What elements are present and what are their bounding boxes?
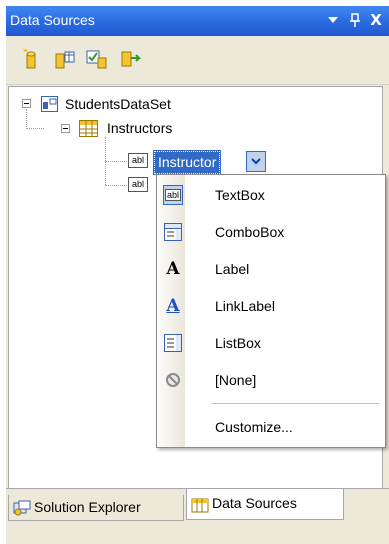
linklabel-icon: A <box>166 296 180 316</box>
textbox-icon: abl <box>163 185 183 205</box>
pin-icon <box>350 13 360 27</box>
none-icon <box>163 370 183 390</box>
configure-dataset-icon <box>86 50 107 69</box>
chevron-down-icon <box>251 158 261 165</box>
tab-label: Solution Explorer <box>34 499 141 515</box>
menu-item-label: LinkLabel <box>215 298 275 314</box>
solution-explorer-icon <box>13 500 31 516</box>
menu-item-combobox[interactable]: ComboBox <box>157 216 385 248</box>
edit-dataset-button[interactable] <box>54 48 76 70</box>
data-sources-panel: Data Sources X StudentsDataSet Instructo… <box>6 6 389 544</box>
tree-connector <box>105 161 127 162</box>
panel-title: Data Sources <box>10 12 95 28</box>
tree-node-field-selected[interactable]: Instructor <box>152 150 222 175</box>
menu-item-none[interactable]: [None] <box>157 364 385 396</box>
panel-titlebar[interactable]: Data Sources X <box>6 6 389 36</box>
close-icon: X <box>370 11 382 29</box>
tree-connector <box>26 109 27 129</box>
refresh-button[interactable] <box>119 48 142 70</box>
dataset-icon <box>41 96 58 112</box>
collapse-expander-table[interactable] <box>61 124 70 133</box>
edit-dataset-icon <box>55 51 75 69</box>
tree-connector <box>26 128 44 129</box>
add-new-data-source-button[interactable] <box>20 48 42 70</box>
menu-item-label: TextBox <box>215 187 265 203</box>
menu-item-label: ComboBox <box>215 224 285 240</box>
tree-node-table[interactable]: Instructors <box>107 120 172 136</box>
menu-item-textbox[interactable]: abl TextBox <box>157 179 385 211</box>
data-sources-icon <box>191 498 209 513</box>
menu-item-linklabel[interactable]: A LinkLabel <box>157 290 385 322</box>
tab-label: Data Sources <box>212 495 297 511</box>
tree-node-root[interactable]: StudentsDataSet <box>65 96 171 112</box>
tab-solution-explorer[interactable]: Solution Explorer <box>8 495 184 521</box>
bottom-tab-strip: Solution Explorer Data Sources <box>6 488 389 544</box>
close-button[interactable]: X <box>367 10 385 30</box>
menu-item-listbox[interactable]: ListBox <box>157 327 385 359</box>
add-new-data-source-icon <box>23 49 36 69</box>
textbox-icon: abl <box>128 177 148 192</box>
label-icon: A <box>166 259 180 279</box>
combobox-icon <box>163 222 183 242</box>
control-type-menu: abl TextBox ComboBox A Label A LinkLabel… <box>156 174 386 448</box>
tab-data-sources[interactable]: Data Sources <box>186 489 344 520</box>
table-icon <box>79 120 98 137</box>
auto-hide-pin-button[interactable] <box>346 10 364 30</box>
menu-item-label: Label <box>215 261 250 277</box>
menu-item-customize[interactable]: Customize... <box>157 411 385 443</box>
refresh-icon <box>121 51 142 67</box>
listbox-icon <box>163 333 183 353</box>
configure-dataset-button[interactable] <box>86 48 108 70</box>
collapse-expander-root[interactable] <box>22 99 31 108</box>
textbox-icon: abl <box>128 153 148 168</box>
control-type-dropdown-button[interactable] <box>246 151 266 172</box>
menu-item-label-control[interactable]: A Label <box>157 253 385 285</box>
menu-item-label: ListBox <box>215 335 261 351</box>
toolbar <box>6 36 389 85</box>
menu-item-label: [None] <box>215 372 257 388</box>
chevron-down-icon <box>328 17 338 23</box>
window-position-dropdown-button[interactable] <box>324 10 342 30</box>
menu-item-label: Customize... <box>215 419 293 435</box>
menu-separator <box>211 403 379 404</box>
tree-connector <box>105 185 127 186</box>
